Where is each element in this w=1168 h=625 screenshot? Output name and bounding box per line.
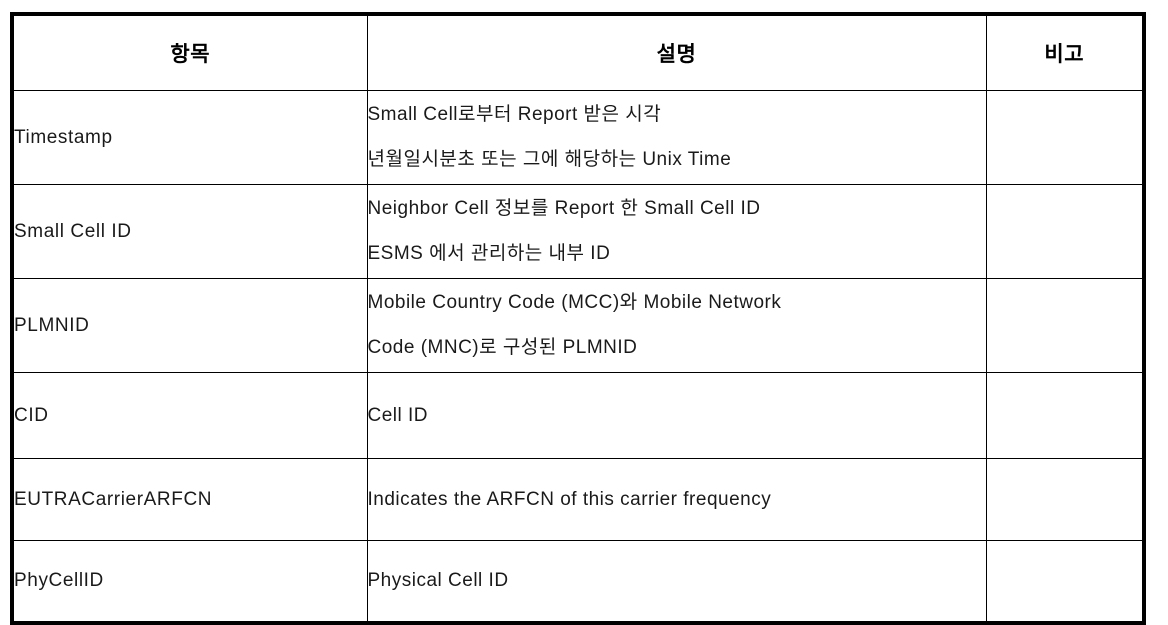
item-label: PLMNID — [14, 314, 90, 336]
description-lines: Indicates the ARFCN of this carrier freq… — [368, 489, 986, 511]
table-row: PLMNID Mobile Country Code (MCC)와 Mobile… — [11, 278, 1145, 373]
item-label: Small Cell ID — [14, 220, 132, 242]
description-line: Small Cell로부터 Report 받은 시각 — [367, 104, 662, 125]
table-row: CID Cell ID — [11, 372, 1145, 459]
description-lines: Mobile Country Code (MCC)와 Mobile Networ… — [368, 287, 986, 359]
table-header: 항목 설명 비고 — [11, 13, 1145, 91]
description-line: Indicates the ARFCN of this carrier freq… — [367, 488, 772, 510]
table-row: Timestamp Small Cell로부터 Report 받은 시각 년월일… — [11, 90, 1145, 185]
specification-table: 항목 설명 비고 Timestamp Small Cell로부터 Report … — [10, 12, 1146, 625]
table-row: PhyCellID Physical Cell ID — [11, 540, 1145, 624]
cell-note — [985, 540, 1145, 624]
spec-table-container: 항목 설명 비고 Timestamp Small Cell로부터 Report … — [10, 12, 1146, 625]
column-header-item: 항목 — [11, 13, 368, 91]
item-label: CID — [14, 404, 49, 426]
description-line: 년월일시분초 또는 그에 해당하는 Unix Time — [367, 149, 732, 170]
column-header-note: 비고 — [985, 13, 1145, 91]
table-row: EUTRACarrierARFCN Indicates the ARFCN of… — [11, 458, 1145, 541]
description-lines: Small Cell로부터 Report 받은 시각 년월일시분초 또는 그에 … — [368, 99, 986, 171]
description-lines: Cell ID — [368, 405, 986, 427]
description-line: ESMS 에서 관리하는 내부 ID — [367, 243, 611, 264]
cell-description: Small Cell로부터 Report 받은 시각 년월일시분초 또는 그에 … — [366, 90, 987, 185]
item-label: Timestamp — [14, 126, 113, 148]
description-line: Mobile Country Code (MCC)와 Mobile Networ… — [367, 292, 782, 313]
cell-note — [985, 278, 1145, 373]
cell-note — [985, 372, 1145, 459]
cell-item: EUTRACarrierARFCN — [11, 458, 368, 541]
item-label: EUTRACarrierARFCN — [14, 488, 213, 510]
description-line: Code (MNC)로 구성된 PLMNID — [367, 337, 638, 358]
cell-note — [985, 458, 1145, 541]
cell-item: PLMNID — [11, 278, 368, 373]
cell-description: Cell ID — [366, 372, 987, 459]
table-header-row: 항목 설명 비고 — [11, 13, 1145, 91]
cell-item: PhyCellID — [11, 540, 368, 624]
cell-description: Indicates the ARFCN of this carrier freq… — [366, 458, 987, 541]
description-lines: Physical Cell ID — [368, 570, 986, 592]
item-label: PhyCellID — [14, 570, 104, 591]
column-header-description: 설명 — [366, 13, 987, 91]
cell-note — [985, 184, 1145, 279]
cell-description: Mobile Country Code (MCC)와 Mobile Networ… — [366, 278, 987, 373]
description-line: Cell ID — [367, 404, 429, 426]
table-row: Small Cell ID Neighbor Cell 정보를 Report 한… — [11, 184, 1145, 279]
cell-description: Physical Cell ID — [366, 540, 987, 624]
description-line: Neighbor Cell 정보를 Report 한 Small Cell ID — [367, 198, 761, 219]
description-line: Physical Cell ID — [367, 570, 509, 591]
cell-description: Neighbor Cell 정보를 Report 한 Small Cell ID… — [366, 184, 987, 279]
cell-item: CID — [11, 372, 368, 459]
table-body: Timestamp Small Cell로부터 Report 받은 시각 년월일… — [11, 90, 1145, 624]
cell-note — [985, 90, 1145, 185]
cell-item: Timestamp — [11, 90, 368, 185]
page-root: 항목 설명 비고 Timestamp Small Cell로부터 Report … — [0, 0, 1168, 625]
description-lines: Neighbor Cell 정보를 Report 한 Small Cell ID… — [368, 193, 986, 265]
cell-item: Small Cell ID — [11, 184, 368, 279]
